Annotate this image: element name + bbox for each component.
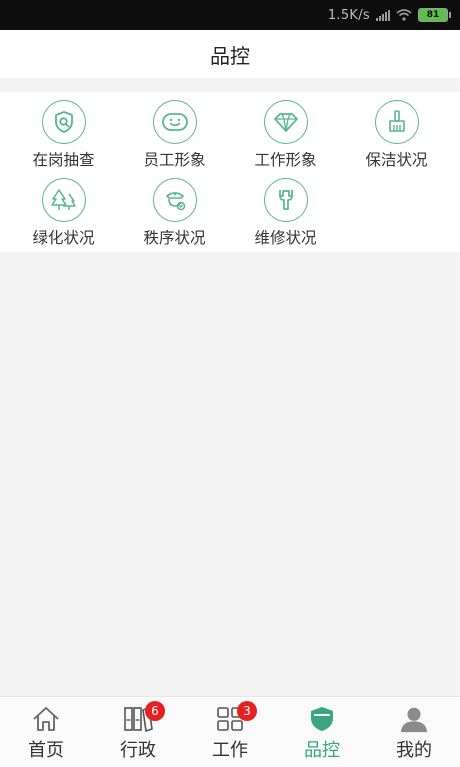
grid-item-order[interactable]: 秩序状况 xyxy=(117,170,232,248)
status-bar: 1.5K/s 81 xyxy=(0,0,460,30)
grid-item-onduty-check[interactable]: 在岗抽查 xyxy=(6,92,121,170)
trees-icon xyxy=(41,178,86,222)
grid-item-label: 保洁状况 xyxy=(365,151,428,169)
tab-label: 首页 xyxy=(28,740,64,761)
feature-grid: 在岗抽查 员工形象 工作形象 保洁状况 绿化状况 秩序状况 维修状况 xyxy=(0,92,460,252)
grid-item-repair[interactable]: 维修状况 xyxy=(228,170,343,248)
badge-count: 6 xyxy=(145,701,165,721)
badge-count: 3 xyxy=(237,701,257,721)
grid-item-staff-image[interactable]: 员工形象 xyxy=(117,92,232,170)
shield-icon xyxy=(307,705,337,733)
shield-search-icon xyxy=(41,100,86,144)
guard-icon xyxy=(152,178,197,222)
bottom-tab-bar: 首页 6 行政 3 工作 品控 我的 xyxy=(0,696,460,767)
home-icon xyxy=(31,705,61,733)
tab-quality-control[interactable]: 品控 xyxy=(276,697,368,767)
network-speed: 1.5K/s xyxy=(327,7,370,23)
signal-icon xyxy=(376,9,390,21)
wifi-icon xyxy=(396,9,412,21)
grid-item-label: 工作形象 xyxy=(254,151,317,169)
page-title: 品控 xyxy=(210,43,250,68)
tab-label: 品控 xyxy=(304,740,340,761)
tab-admin[interactable]: 6 行政 xyxy=(92,697,184,767)
tab-label: 我的 xyxy=(396,740,432,761)
tab-mine[interactable]: 我的 xyxy=(368,697,460,767)
tab-home[interactable]: 首页 xyxy=(0,697,92,767)
grid-item-label: 秩序状况 xyxy=(143,229,206,247)
tab-work[interactable]: 3 工作 xyxy=(184,697,276,767)
wrench-icon xyxy=(263,178,308,222)
grid-item-label: 员工形象 xyxy=(143,151,206,169)
broom-icon xyxy=(374,100,419,144)
title-bar: 品控 xyxy=(0,30,460,78)
battery-icon: 81 xyxy=(418,8,451,22)
grid-item-greening[interactable]: 绿化状况 xyxy=(6,170,121,248)
tab-label: 行政 xyxy=(120,740,156,761)
user-icon xyxy=(399,705,429,733)
smile-face-icon xyxy=(152,100,197,144)
grid-item-label: 绿化状况 xyxy=(32,229,95,247)
diamond-icon xyxy=(263,100,308,144)
tab-label: 工作 xyxy=(212,740,248,761)
grid-item-work-image[interactable]: 工作形象 xyxy=(228,92,343,170)
grid-item-label: 维修状况 xyxy=(254,229,317,247)
grid-item-cleaning[interactable]: 保洁状况 xyxy=(339,92,454,170)
grid-item-label: 在岗抽查 xyxy=(32,151,95,169)
